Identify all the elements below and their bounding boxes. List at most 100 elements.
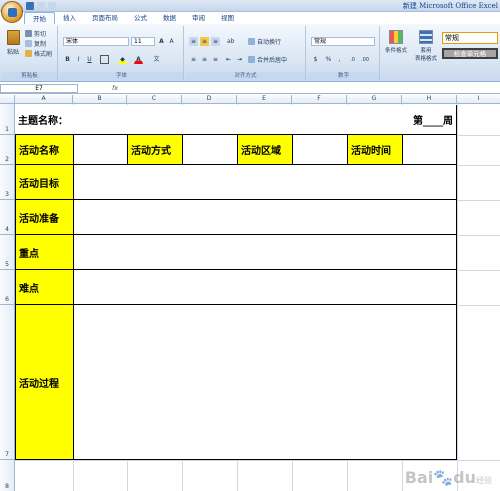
underline-button[interactable]: U [85, 55, 94, 64]
column-header-d[interactable]: D [182, 95, 237, 104]
paste-button[interactable]: 粘贴 [5, 30, 21, 62]
select-all-corner[interactable] [0, 95, 15, 104]
row-header-6[interactable]: 6 [0, 270, 15, 305]
cell-activity-goal-value[interactable] [73, 165, 457, 200]
column-header-h[interactable]: H [402, 95, 457, 104]
font-family-select[interactable]: 宋体 [63, 37, 129, 46]
orientation-icon[interactable]: ab [226, 37, 235, 46]
cell-activity-name-value[interactable] [73, 135, 127, 165]
fill-color-icon[interactable]: ◆ [118, 55, 127, 64]
percent-button[interactable]: % [324, 55, 333, 64]
cell-activity-method-value[interactable] [182, 135, 237, 165]
copy-button[interactable]: 复制 [25, 39, 46, 48]
column-header-c[interactable]: C [127, 95, 182, 104]
row-header-5[interactable]: 5 [0, 235, 15, 270]
tab-data[interactable]: 数据 [155, 12, 184, 24]
bold-button[interactable]: B [63, 55, 72, 64]
increase-indent-icon[interactable]: ⇥ [235, 55, 244, 64]
row-header-3[interactable]: 3 [0, 165, 15, 200]
merge-center-button[interactable]: 合并后居中 [248, 55, 287, 64]
align-top-icon[interactable]: ≡ [189, 37, 198, 46]
alignment-group: ≡ ≡ ≡ ab 自动换行 ≡ ≡ ≡ ⇤ ⇥ 合并后居中 对齐方式 [186, 26, 306, 80]
align-middle-icon[interactable]: ≡ [200, 37, 209, 46]
cell-activity-goal[interactable]: 活动目标 [15, 165, 73, 200]
cell-activity-area-value[interactable] [292, 135, 347, 165]
cell-week[interactable]: 第____周 [237, 105, 457, 135]
font-group: 宋体 11 A A B I U ◆ A 文 字体 [60, 26, 184, 80]
cell-activity-prep-value[interactable] [73, 200, 457, 235]
merge-icon [248, 56, 255, 63]
tab-insert[interactable]: 插入 [55, 12, 84, 24]
cell-style-check-cell[interactable]: 检查单元格 [442, 48, 498, 59]
align-right-icon[interactable]: ≡ [211, 55, 220, 64]
decrease-decimal-icon[interactable]: .00 [360, 55, 369, 64]
clipboard-group-label: 剪贴板 [2, 72, 57, 80]
cell-activity-name[interactable]: 活动名称 [15, 135, 73, 165]
cell-style-normal[interactable]: 常规 [442, 32, 498, 44]
wen-icon[interactable]: 文 [152, 55, 161, 64]
watermark-du: du [453, 468, 476, 487]
format-painter-label: 格式刷 [34, 51, 53, 58]
title-bar: 新建 Microsoft Office Excel [0, 0, 500, 12]
office-button[interactable] [1, 1, 23, 23]
italic-button[interactable]: I [74, 55, 83, 64]
cell-activity-method[interactable]: 活动方式 [127, 135, 182, 165]
currency-icon[interactable]: $ [311, 55, 320, 64]
paw-icon: 🐾 [433, 468, 454, 487]
row-header-4[interactable]: 4 [0, 200, 15, 235]
cell-difficulty[interactable]: 难点 [15, 270, 73, 305]
align-center-icon[interactable]: ≡ [200, 55, 209, 64]
column-header-f[interactable]: F [292, 95, 347, 104]
tab-formulas[interactable]: 公式 [126, 12, 155, 24]
row-header-7[interactable]: 7 [0, 305, 15, 460]
comma-button[interactable]: , [335, 55, 344, 64]
conditional-format-button[interactable]: 条件格式 [384, 30, 408, 54]
cell-theme-name[interactable]: 主题名称： [15, 105, 237, 135]
grow-font-button[interactable]: A [157, 37, 166, 46]
increase-decimal-icon[interactable]: .0 [348, 55, 357, 64]
column-header-b[interactable]: B [73, 95, 127, 104]
undo-icon[interactable] [37, 2, 45, 10]
cell-key-point-value[interactable] [73, 235, 457, 270]
align-left-icon[interactable]: ≡ [189, 55, 198, 64]
format-painter-button[interactable]: 格式刷 [25, 49, 52, 58]
tab-review[interactable]: 审阅 [184, 12, 213, 24]
column-header-a[interactable]: A [15, 95, 73, 104]
column-header-g[interactable]: G [347, 95, 402, 104]
tab-home[interactable]: 开始 [24, 12, 55, 24]
font-color-button[interactable]: A [134, 55, 143, 64]
cell-activity-process[interactable]: 活动过程 [15, 305, 73, 460]
fx-icon[interactable]: fx [84, 84, 124, 93]
save-icon[interactable] [26, 2, 34, 10]
tab-view[interactable]: 视图 [213, 12, 242, 24]
row-number: 4 [5, 226, 9, 233]
cell-difficulty-value[interactable] [73, 270, 457, 305]
column-header-e[interactable]: E [237, 95, 292, 104]
row-header-2[interactable]: 2 [0, 135, 15, 165]
cell-key-point[interactable]: 重点 [15, 235, 73, 270]
row-header-8[interactable]: 8 [0, 460, 15, 491]
table-format-button[interactable]: 套用 表格格式 [412, 30, 440, 62]
font-group-label: 字体 [60, 72, 183, 80]
name-box[interactable]: E7 [0, 84, 78, 93]
font-size-select[interactable]: 11 [131, 37, 155, 46]
wrap-text-button[interactable]: 自动换行 [248, 37, 281, 46]
decrease-indent-icon[interactable]: ⇤ [224, 55, 233, 64]
number-format-select[interactable]: 常规 [311, 37, 375, 46]
cell-activity-time[interactable]: 活动时间 [347, 135, 402, 165]
redo-icon[interactable] [48, 2, 56, 10]
shrink-font-button[interactable]: A [167, 37, 176, 46]
row-header-1[interactable]: 1 [0, 104, 15, 135]
column-header-i[interactable]: I [457, 95, 500, 104]
align-bottom-icon[interactable]: ≡ [211, 37, 220, 46]
row-number: 6 [5, 296, 9, 303]
cell-activity-process-value[interactable] [73, 305, 457, 460]
cut-button[interactable]: 剪切 [25, 29, 46, 38]
cut-label: 剪切 [34, 31, 47, 38]
cell-activity-area[interactable]: 活动区域 [237, 135, 292, 165]
tab-page-layout[interactable]: 页面布局 [84, 12, 126, 24]
copy-icon [25, 40, 32, 47]
borders-icon[interactable] [100, 55, 109, 64]
cell-activity-time-value[interactable] [402, 135, 457, 165]
cell-activity-prep[interactable]: 活动准备 [15, 200, 73, 235]
